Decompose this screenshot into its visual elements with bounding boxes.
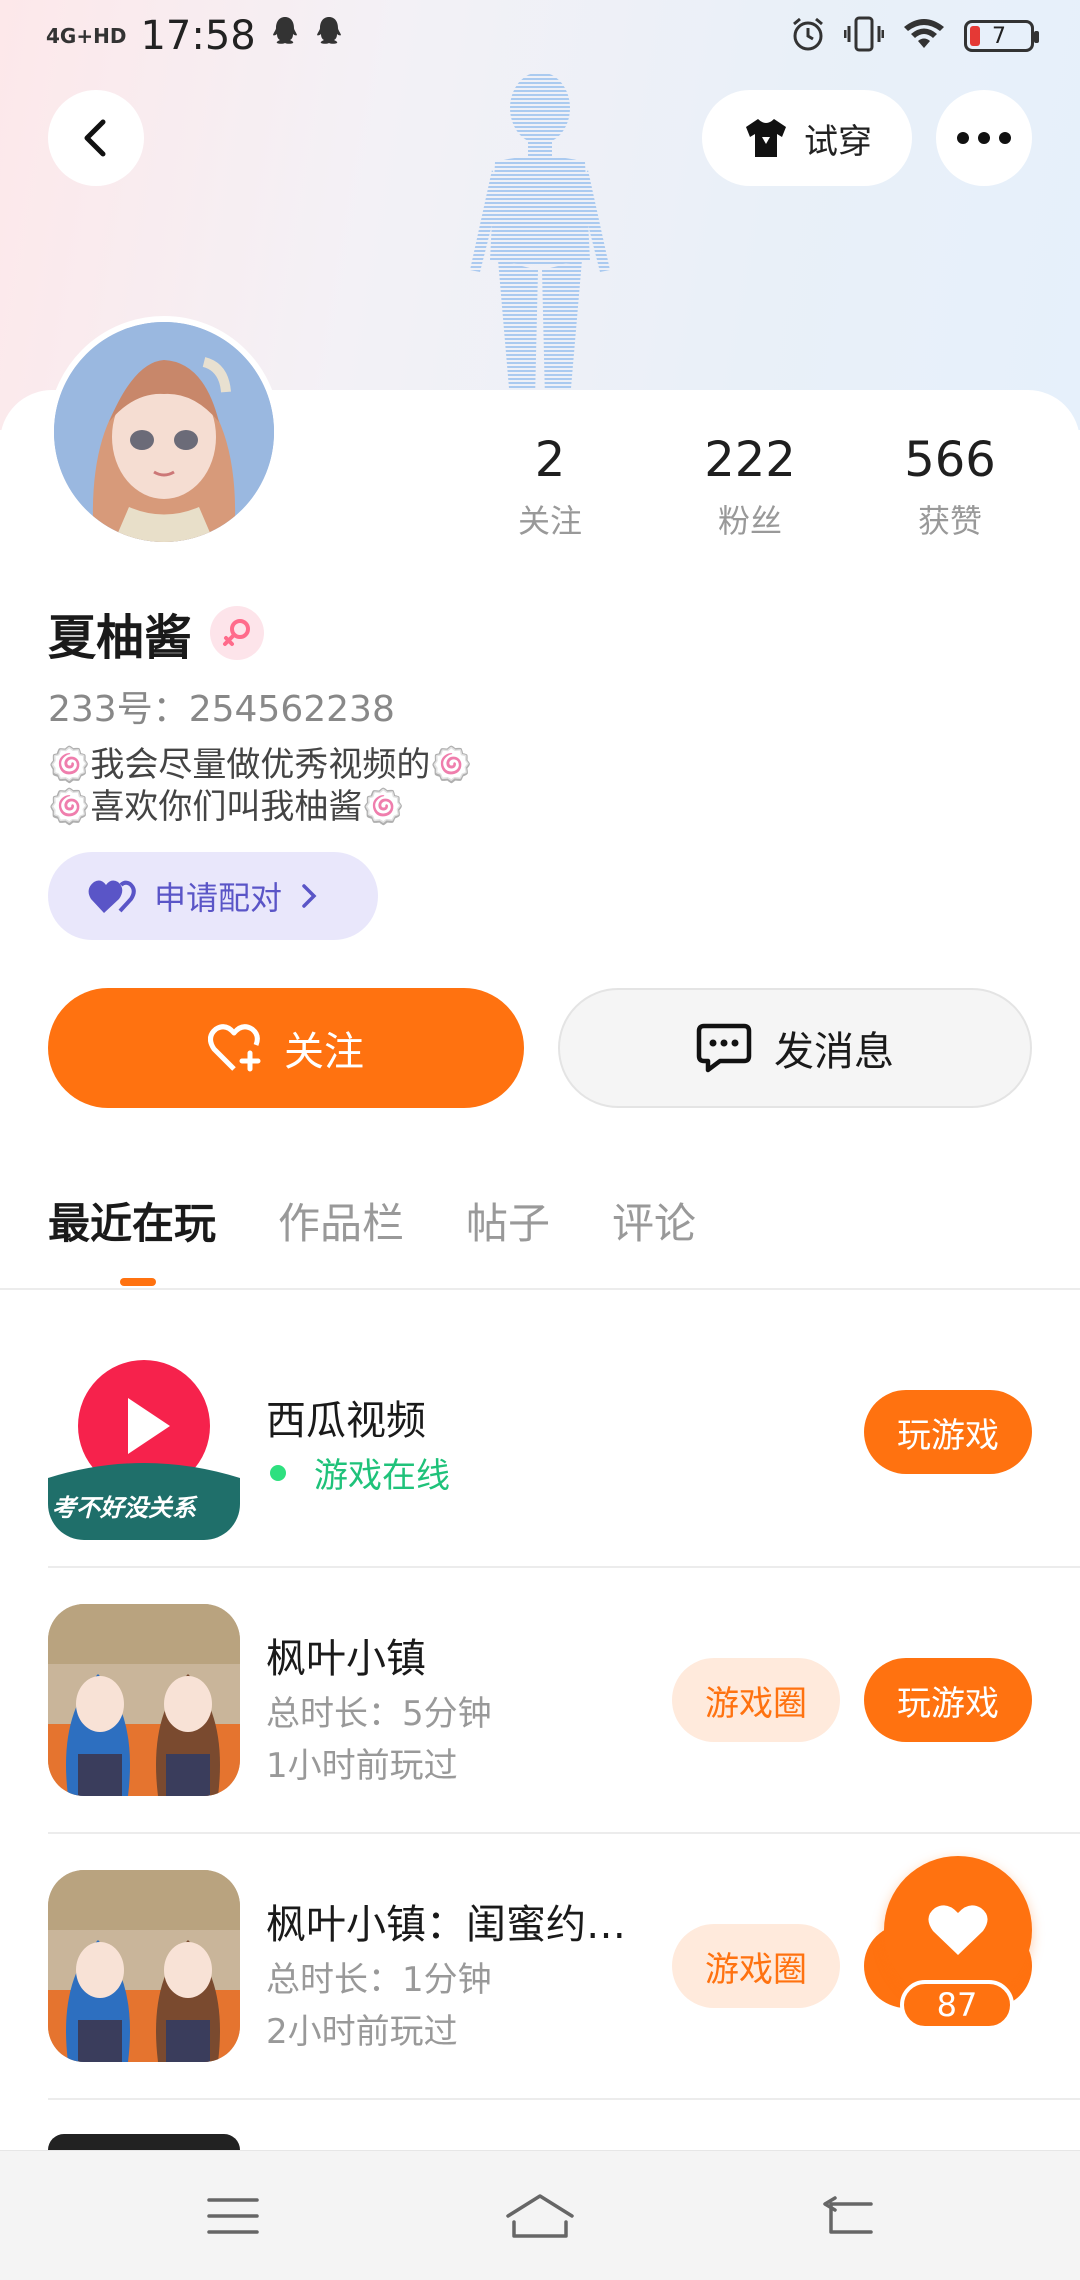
maple-town-bestie-game-icon [48, 1870, 240, 2062]
chevron-right-icon [302, 884, 317, 908]
game-circle-button[interactable]: 游戏圈 [672, 1924, 840, 2008]
heart-plus-icon [208, 1024, 261, 1072]
bio: 🍥我会尽量做优秀视频的🍥 🍥喜欢你们叫我柚酱🍥 [48, 744, 473, 828]
game-title: 枫叶小镇：闺蜜约… [266, 1902, 626, 1948]
stat-label: 粉丝 [717, 502, 782, 540]
follow-button[interactable]: 关注 [48, 988, 524, 1108]
play-game-button[interactable]: 玩游戏 [864, 1390, 1032, 1474]
send-message-button[interactable]: 发消息 [558, 988, 1032, 1108]
apply-pair-button[interactable]: 申请配对 [48, 852, 378, 940]
like-count-badge: 87 [900, 1980, 1014, 2030]
follow-label: 关注 [284, 1029, 364, 1075]
active-tab-indicator [120, 1278, 156, 1286]
row-divider [48, 2098, 1080, 2100]
back-nav-button[interactable] [807, 2186, 887, 2246]
stat-fans[interactable]: 222 粉丝 [660, 430, 840, 542]
chat-bubble-icon [696, 1023, 752, 1073]
online-status-label: 游戏在线 [314, 1456, 450, 1496]
avatar[interactable] [48, 316, 280, 548]
battery-level: 7 [992, 23, 1006, 49]
vibrate-icon [843, 16, 885, 56]
menu-nav-button[interactable] [193, 2186, 273, 2246]
last-played: 1小时前玩过 [266, 1746, 458, 1786]
wifi-icon [902, 17, 946, 55]
more-dots-icon [957, 132, 1011, 144]
qq-notification-icon [314, 15, 344, 57]
system-navigation-bar [0, 2150, 1080, 2280]
online-status: 游戏在线 [266, 1448, 450, 1497]
alarm-icon [790, 16, 826, 56]
tab-divider [0, 1288, 1080, 1290]
maple-town-game-icon [48, 1604, 240, 1796]
stat-value: 2 [534, 432, 566, 488]
battery-icon: 7 [964, 20, 1039, 52]
tshirt-icon [746, 119, 786, 157]
chevron-left-icon [84, 119, 106, 157]
apply-pair-label: 申请配对 [154, 879, 283, 917]
online-dot-icon [270, 1464, 286, 1481]
xigua-video-app-icon: 考不好没关系 [48, 1348, 240, 1540]
profile-tabs: 最近在玩 作品栏 帖子 评论 [48, 1190, 696, 1260]
list-item[interactable]: 考不好没关系 西瓜视频 游戏在线 玩游戏 [48, 1348, 1032, 1544]
game-title: 枫叶小镇 [266, 1636, 426, 1682]
tab-recently-played[interactable]: 最近在玩 [48, 1190, 216, 1260]
last-played: 2小时前玩过 [266, 2012, 458, 2052]
heart-icon [928, 1905, 988, 1955]
app-icon-badge: 考不好没关系 [52, 1494, 196, 1522]
tab-comments[interactable]: 评论 [612, 1190, 696, 1260]
female-gender-icon [210, 606, 265, 660]
game-title: 西瓜视频 [266, 1398, 426, 1444]
stat-label: 关注 [517, 502, 582, 540]
status-time: 17:58 [140, 13, 256, 59]
bio-line: 🍥我会尽量做优秀视频的🍥 [48, 745, 473, 785]
profile-stats: 2 关注 222 粉丝 566 获赞 [460, 430, 1040, 542]
send-message-label: 发消息 [774, 1029, 894, 1075]
play-duration: 总时长：5分钟 [266, 1694, 492, 1734]
stat-following[interactable]: 2 关注 [460, 430, 640, 542]
stat-likes[interactable]: 566 获赞 [860, 430, 1040, 542]
try-on-label: 试穿 [804, 121, 872, 162]
menu-icon [207, 2197, 260, 2234]
home-nav-button[interactable] [500, 2186, 580, 2246]
home-icon [506, 2193, 574, 2238]
network-indicator: 4G+HD [46, 24, 127, 48]
partial-game-icon [48, 2134, 240, 2150]
row-divider [48, 1832, 1080, 1834]
stat-value: 566 [904, 432, 996, 488]
user-id: 233号：254562238 [48, 689, 395, 730]
username: 夏柚酱 [48, 610, 193, 666]
tab-works[interactable]: 作品栏 [278, 1190, 404, 1260]
return-icon [822, 2195, 873, 2234]
play-duration: 总时长：1分钟 [266, 1960, 492, 2000]
try-on-button[interactable]: 试穿 [702, 90, 912, 186]
stat-value: 222 [704, 432, 796, 488]
stat-label: 获赞 [917, 502, 982, 540]
name-row: 夏柚酱 [48, 598, 265, 668]
hologram-avatar-figure [470, 72, 610, 400]
bio-line: 🍥喜欢你们叫我柚酱🍥 [48, 787, 405, 827]
tab-posts[interactable]: 帖子 [466, 1190, 550, 1260]
more-options-button[interactable] [936, 90, 1032, 186]
list-item[interactable]: 枫叶小镇 总时长：5分钟 1小时前玩过 游戏圈 玩游戏 [48, 1604, 1032, 1800]
status-bar: 4G+HD 17:58 7 [0, 0, 1080, 72]
qq-notification-icon [270, 15, 300, 57]
double-heart-icon [88, 880, 136, 913]
list-item[interactable]: 枫叶小镇：闺蜜约… 总时长：1分钟 2小时前玩过 游戏圈 [48, 1870, 1032, 2066]
row-divider [48, 1566, 1080, 1568]
game-circle-button[interactable]: 游戏圈 [672, 1658, 840, 1742]
play-game-button[interactable]: 玩游戏 [864, 1658, 1032, 1742]
back-button[interactable] [48, 90, 144, 186]
